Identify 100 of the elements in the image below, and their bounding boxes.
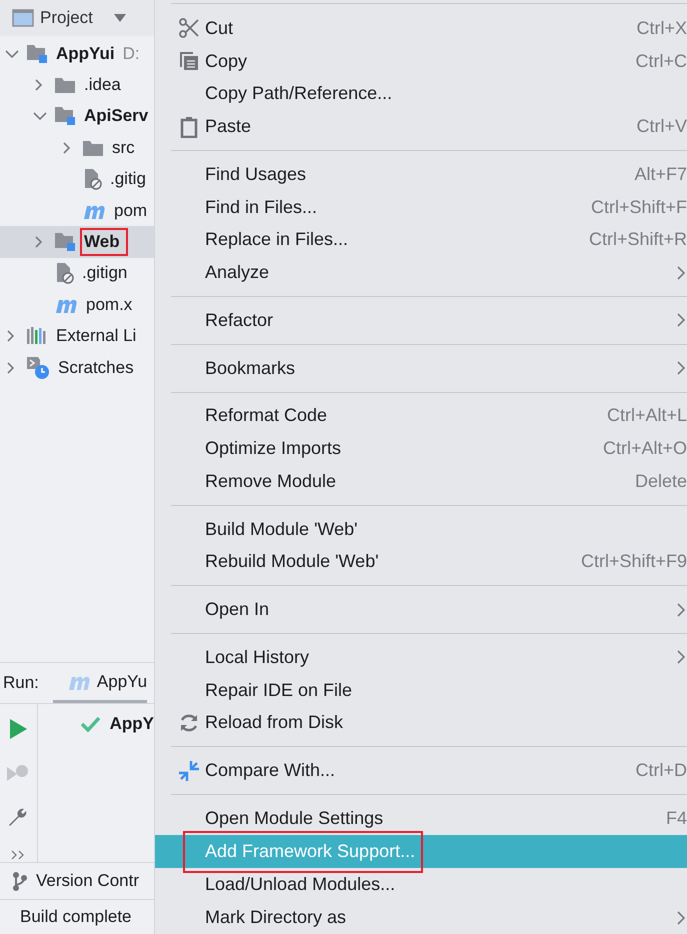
menu-item[interactable]: Cut Ctrl+X [155,12,687,45]
file-clock-icon [26,356,50,380]
shortcut-text: Delete [634,470,687,492]
tree-item[interactable]: .gitign [0,258,154,290]
menu-item[interactable]: Rebuild Module 'Web' Ctrl+Shift+F9 [155,546,687,578]
menu-item[interactable]: Open Module Settings F4 [155,802,687,835]
tree-item[interactable]: AppYui D: [0,38,154,70]
menu-label: Reformat Code [205,405,328,426]
menu-item[interactable]: Bookmarks [155,352,687,385]
tree-item[interactable]: src [0,132,154,164]
run-tree-item[interactable]: AppY [38,714,154,734]
menu-item[interactable]: Mark Directory as [155,901,687,934]
menu-item[interactable]: Copy Ctrl+C [155,44,687,78]
tree-item[interactable]: pom.x [0,289,154,321]
ignored-file-icon [82,168,102,190]
menu-item[interactable]: Optimize Imports Ctrl+Alt+O [155,432,687,466]
tool-window-tab[interactable]: Version Contr [0,862,154,899]
menu-item[interactable]: Compare With... Ctrl+D [155,754,687,788]
shortcut-text: Ctrl+C [635,50,687,72]
menu-item[interactable]: Load/Unload Modules... [155,868,687,902]
folder-icon [82,138,104,157]
more-chevrons-icon[interactable] [11,850,26,860]
tree-item[interactable]: ApiServ [0,100,154,132]
path-text: D: [122,44,140,64]
shortcut-text: Alt+F7 [634,164,687,185]
compare-arrows-icon [178,760,200,782]
menu-label: Copy [205,50,248,72]
tree-item[interactable]: Web [0,226,154,258]
menu-item[interactable]: Reload from Disk [155,706,687,740]
menu-item[interactable]: Open In [155,593,687,626]
bar-chart-icon [26,326,48,346]
menu-item[interactable]: Refactor [155,304,687,337]
folder-icon [54,76,76,94]
shortcut-text: Ctrl+Shift+F [590,196,687,218]
scissors-icon [178,17,200,40]
tree-label: pom [114,200,148,221]
menu-label: Add Framework Support... [205,841,416,862]
menu-item[interactable]: Repair IDE on File [155,674,687,707]
shortcut-text: Ctrl+Shift+F9 [580,551,687,572]
tree-item[interactable]: .idea [0,69,154,101]
tree-item[interactable]: External Li [0,320,154,352]
tree-label: Web [84,232,120,252]
menu-label: Copy Path/Reference... [205,83,392,104]
tree-item[interactable]: Scratches [0,352,154,384]
menu-label: Repair IDE on File [205,680,352,701]
copy-icon [178,50,200,72]
run-icon[interactable] [8,718,28,740]
module-folder-icon [26,44,48,64]
checkmark-icon [80,716,100,732]
window-icon [12,8,34,28]
status-message: Build complete [0,899,154,934]
tree-item[interactable]: pom [0,194,154,226]
menu-item[interactable]: Local History [155,641,687,674]
menu-label: Compare With... [205,760,336,782]
clipboard-icon [178,116,200,138]
menu-item[interactable]: Remove Module Delete [155,465,687,498]
tree-label: src [112,138,135,158]
menu-label: Find Usages [205,164,306,185]
menu-item[interactable]: Copy Path/Reference... [155,78,687,110]
run-label: Run: [3,673,39,693]
refresh-icon [178,712,200,734]
tree-label: AppYui [56,44,115,64]
shortcut-text: Ctrl+Alt+O [602,438,687,460]
dropdown-caret-icon [112,13,127,23]
shortcut-text: Ctrl+Alt+L [606,405,687,426]
run-tab[interactable]: AppYu [52,663,148,703]
menu-label: Remove Module [205,470,336,492]
menu-label: Local History [205,646,310,668]
menu-item[interactable]: Build Module 'Web' [155,512,687,546]
shortcut-text: Ctrl+X [636,18,687,39]
menu-item[interactable]: Replace in Files... Ctrl+Shift+R [155,224,687,256]
menu-label: Replace in Files... [205,229,348,250]
project-view-dropdown[interactable]: Project [12,8,127,28]
menu-label: Paste [205,116,252,138]
ignored-file-icon [54,262,74,284]
menu-item[interactable]: Paste Ctrl+V [155,110,687,144]
shortcut-text: Ctrl+V [636,116,687,138]
tree-label: ApiServ [84,106,148,126]
tree-label: External Li [56,326,136,346]
menu-item[interactable]: Find Usages Alt+F7 [155,158,687,191]
menu-item[interactable]: Analyze [155,256,687,290]
wrench-icon[interactable] [7,806,30,828]
menu-label: Bookmarks [205,358,296,379]
menu-label: Analyze [205,262,270,284]
menu-label: Reload from Disk [205,712,344,734]
menu-item[interactable]: Find in Files... Ctrl+Shift+F [155,190,687,224]
branch-icon [12,871,28,891]
menu-label: Rebuild Module 'Web' [205,551,379,572]
menu-label: Build Module 'Web' [205,518,358,540]
shortcut-text: Ctrl+Shift+R [588,229,687,250]
menu-item[interactable]: Reformat Code Ctrl+Alt+L [155,400,687,432]
menu-label: Optimize Imports [205,438,342,460]
menu-label: Open In [205,599,270,620]
menu-label: Refactor [205,310,274,331]
tree-item[interactable]: .gitig [0,164,154,195]
tree-label: Scratches [58,358,134,378]
module-folder-icon [54,106,76,126]
menu-label: Open Module Settings [205,808,384,829]
tree-label: .gitig [110,169,146,190]
tree-label: .idea [84,75,121,96]
